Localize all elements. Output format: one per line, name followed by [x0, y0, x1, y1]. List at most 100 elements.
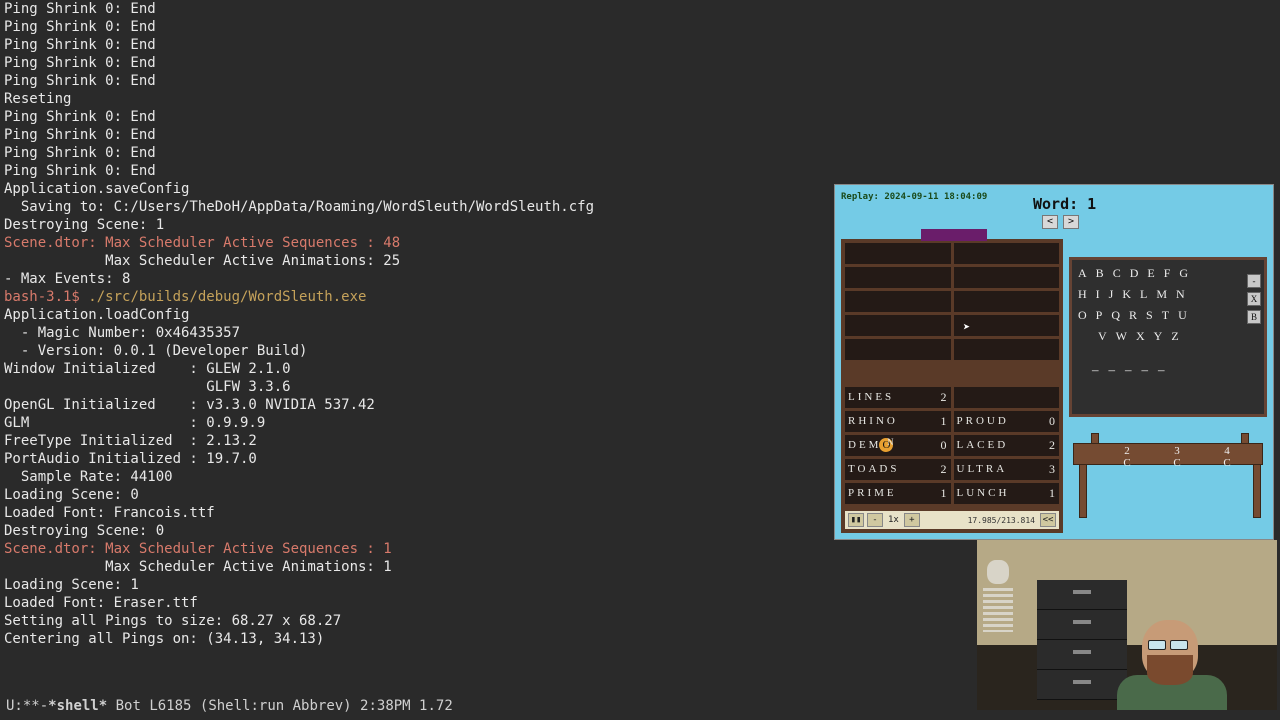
speed-down-button[interactable]: -	[867, 513, 883, 527]
terminal-line: bash-3.1$ ./src/builds/debug/WordSleuth.…	[4, 288, 834, 306]
terminal-line: GLM : 0.9.9.9	[4, 414, 834, 432]
alpha-letter[interactable]: L	[1140, 287, 1147, 302]
terminal-line: Ping Shrink 0: End	[4, 18, 834, 36]
word-cell[interactable]: LUNCH1	[954, 483, 1060, 504]
terminal-line: GLFW 3.3.6	[4, 378, 834, 396]
terminal-line: Ping Shrink 0: End	[4, 108, 834, 126]
terminal-line: Ping Shrink 0: End	[4, 54, 834, 72]
slot	[845, 339, 951, 360]
desk-leg	[1079, 464, 1087, 518]
alpha-letter[interactable]: W	[1116, 329, 1127, 344]
alpha-letter[interactable]: I	[1096, 287, 1100, 302]
word-cell[interactable]: PRIME1	[845, 483, 951, 504]
alpha-letter[interactable]: K	[1122, 287, 1131, 302]
game-window: Replay: 2024-09-11 18:04:09 Word: 1 < > …	[834, 184, 1274, 540]
alpha-letter[interactable]: P	[1096, 308, 1103, 323]
word-cell[interactable]: LINES2	[845, 387, 951, 408]
word-cell[interactable]: RHINO1	[845, 411, 951, 432]
answer-dash: –	[1125, 362, 1132, 378]
alpha-letter[interactable]: M	[1156, 287, 1167, 302]
status-buffer: *shell*	[48, 698, 107, 714]
alpha-letter[interactable]: X	[1136, 329, 1145, 344]
alpha-letter[interactable]: V	[1098, 329, 1107, 344]
alpha-letter[interactable]: R	[1129, 308, 1137, 323]
terminal-line: PortAudio Initialized : 19.7.0	[4, 450, 834, 468]
terminal-line: Destroying Scene: 1	[4, 216, 834, 234]
alpha-letter[interactable]: Y	[1154, 329, 1163, 344]
desk-num: 4	[1217, 445, 1237, 457]
terminal-line: - Magic Number: 0x46435357	[4, 324, 834, 342]
alpha-letter[interactable]: O	[1078, 308, 1087, 323]
terminal-line: Loading Scene: 0	[4, 486, 834, 504]
terminal-line: Ping Shrink 0: End	[4, 162, 834, 180]
terminal-line: Ping Shrink 0: End	[4, 144, 834, 162]
pause-button[interactable]: ▮▮	[848, 513, 864, 527]
alpha-letter[interactable]: E	[1147, 266, 1154, 281]
alphabet-board: ABCDEFGHIJKLMNOPQRSTUVWXYZ ––––– ‑ X B	[1069, 257, 1267, 417]
alpha-letter[interactable]: F	[1164, 266, 1171, 281]
terminal-line: Saving to: C:/Users/TheDoH/AppData/Roami…	[4, 198, 834, 216]
slot	[954, 243, 1060, 264]
alpha-letter[interactable]: C	[1113, 266, 1121, 281]
rewind-button[interactable]: <<	[1040, 513, 1056, 527]
next-word-button[interactable]: >	[1063, 215, 1079, 229]
alpha-letter[interactable]: A	[1078, 266, 1087, 281]
slot	[954, 267, 1060, 288]
terminal-line: Loaded Font: Eraser.ttf	[4, 594, 834, 612]
terminal-line: Max Scheduler Active Animations: 1	[4, 558, 834, 576]
word-counter: Word: 1	[1033, 195, 1096, 213]
word-list: LINES2 RHINO1PROUD0DEMNO0LACED2TOADS2ULTR…	[845, 387, 1059, 504]
word-cell[interactable]: TOADS2	[845, 459, 951, 480]
guess-panel: LINES2 RHINO1PROUD0DEMNO0LACED2TOADS2ULTR…	[841, 239, 1063, 533]
playback-bar: ▮▮ - 1x + 17.985/213.814 <<	[845, 511, 1059, 529]
answer-dash: –	[1142, 362, 1149, 378]
alpha-letter[interactable]: B	[1096, 266, 1104, 281]
desk-leg	[1253, 464, 1261, 518]
desk-c: C	[1117, 457, 1137, 469]
alpha-letter[interactable]: Q	[1111, 308, 1120, 323]
board-btn-b[interactable]: B	[1247, 310, 1261, 324]
board-btn-dash[interactable]: ‑	[1247, 274, 1261, 288]
alpha-letter[interactable]: U	[1178, 308, 1187, 323]
speed-up-button[interactable]: +	[904, 513, 920, 527]
desk: 2 3 4 C C C	[1069, 433, 1267, 533]
word-cell[interactable]: DEMNO0	[845, 435, 951, 456]
alpha-letter[interactable]: N	[1176, 287, 1185, 302]
answer-dashes: –––––	[1076, 362, 1260, 378]
person-beard	[1147, 655, 1193, 685]
status-left: U:**-	[6, 698, 48, 714]
terminal-line: Destroying Scene: 0	[4, 522, 834, 540]
slot	[845, 315, 951, 336]
alpha-letter[interactable]: D	[1130, 266, 1139, 281]
desk-c: C	[1217, 457, 1237, 469]
alpha-letter[interactable]: G	[1179, 266, 1188, 281]
word-cell[interactable]	[954, 387, 1060, 408]
slot	[845, 291, 951, 312]
terminal-line: Max Scheduler Active Animations: 25	[4, 252, 834, 270]
terminal-line: FreeType Initialized : 2.13.2	[4, 432, 834, 450]
alphabet-grid: ABCDEFGHIJKLMNOPQRSTUVWXYZ	[1076, 266, 1260, 344]
empty-slot-grid	[845, 243, 1059, 363]
webcam-feed	[977, 540, 1277, 710]
alpha-letter[interactable]: S	[1146, 308, 1153, 323]
terminal-line: Scene.dtor: Max Scheduler Active Sequenc…	[4, 540, 834, 558]
terminal-line: Ping Shrink 0: End	[4, 126, 834, 144]
slot	[845, 267, 951, 288]
terminal-line: Loaded Font: Francois.ttf	[4, 504, 834, 522]
status-mid: Bot L6185 (Shell:run Abbrev) 2:38PM 1.72	[107, 698, 453, 714]
alpha-letter[interactable]: T	[1162, 308, 1169, 323]
word-cell[interactable]: ULTRA3	[954, 459, 1060, 480]
prev-word-button[interactable]: <	[1042, 215, 1058, 229]
terminal-line: Ping Shrink 0: End	[4, 36, 834, 54]
alpha-letter[interactable]: J	[1109, 287, 1114, 302]
terminal-line: Loading Scene: 1	[4, 576, 834, 594]
word-cell[interactable]: PROUD0	[954, 411, 1060, 432]
panel-tab	[921, 229, 987, 241]
board-btn-x[interactable]: X	[1247, 292, 1261, 306]
terminal-line: Setting all Pings to size: 68.27 x 68.27	[4, 612, 834, 630]
terminal-line: Scene.dtor: Max Scheduler Active Sequenc…	[4, 234, 834, 252]
terminal-line: - Max Events: 8	[4, 270, 834, 288]
alpha-letter[interactable]: Z	[1171, 329, 1178, 344]
alpha-letter[interactable]: H	[1078, 287, 1087, 302]
word-cell[interactable]: LACED2	[954, 435, 1060, 456]
